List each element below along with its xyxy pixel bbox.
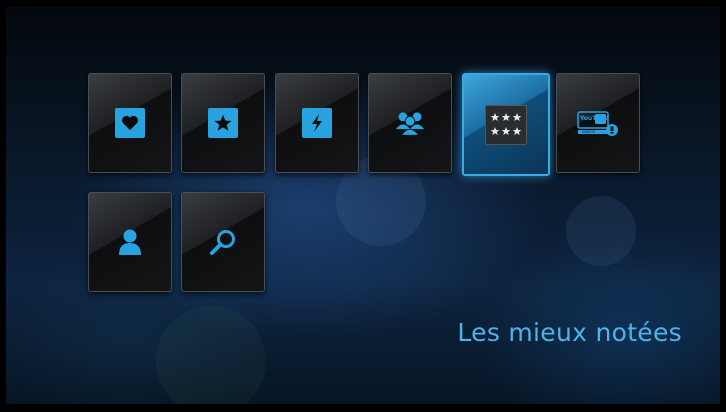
lightning-icon xyxy=(302,108,332,138)
tile-account[interactable] xyxy=(88,192,172,292)
people-icon xyxy=(395,108,425,138)
heart-icon xyxy=(115,108,145,138)
tile-youtube[interactable]: YouTube VIDEOS xyxy=(556,73,640,173)
tile-favorites[interactable] xyxy=(88,73,172,173)
youtube-videos-icon: YouTube VIDEOS xyxy=(576,108,620,138)
user-icon xyxy=(115,227,145,257)
tile-featured[interactable] xyxy=(181,73,265,173)
tv-screen: YouTube VIDEOS Les mieux notées xyxy=(6,6,720,404)
youtube-logo-text: YouTube xyxy=(580,115,609,122)
background-glow xyxy=(156,306,266,404)
background-glow xyxy=(566,196,636,266)
rating-stars-icon xyxy=(485,104,527,145)
star-icon xyxy=(208,108,238,138)
selected-item-caption: Les mieux notées xyxy=(457,318,682,347)
youtube-sub-text: VIDEOS xyxy=(582,130,596,134)
search-icon xyxy=(208,227,238,257)
tile-search[interactable] xyxy=(181,192,265,292)
tile-top-rated[interactable] xyxy=(462,73,550,176)
tile-most-popular[interactable] xyxy=(368,73,452,173)
tile-most-recent[interactable] xyxy=(275,73,359,173)
